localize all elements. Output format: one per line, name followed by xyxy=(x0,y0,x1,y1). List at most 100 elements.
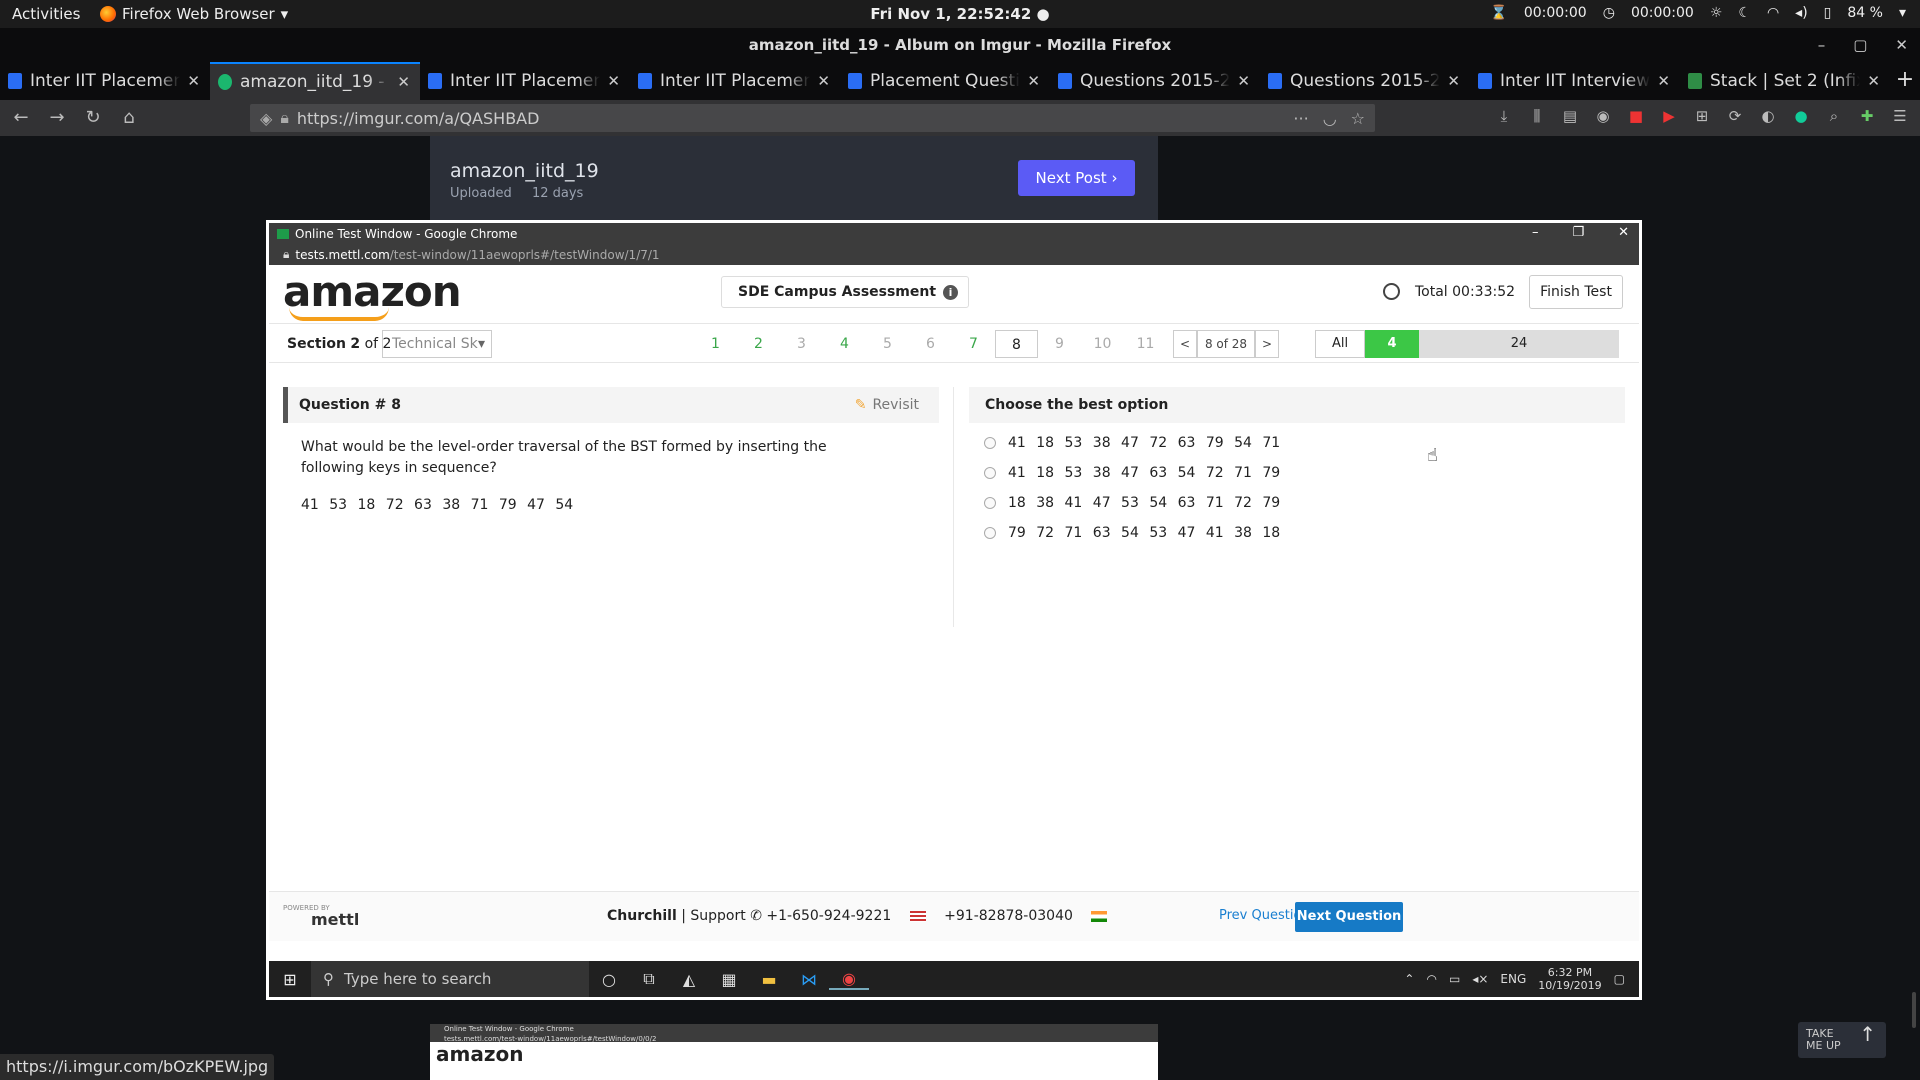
close-icon[interactable]: ✕ xyxy=(1447,72,1460,90)
tab[interactable]: Inter IIT Placement ✕ xyxy=(0,62,210,100)
grammarly-icon[interactable]: ● xyxy=(1791,106,1811,126)
network-icon: ◠ xyxy=(1426,972,1437,986)
close-icon[interactable]: ✕ xyxy=(1657,72,1670,90)
arrow-up-icon: ↑ xyxy=(1859,1022,1876,1046)
account-icon[interactable]: ◉ xyxy=(1593,106,1613,126)
question-number: 7 xyxy=(969,336,978,352)
page-prev-button: < xyxy=(1173,330,1197,358)
back-icon[interactable]: ← xyxy=(6,103,36,133)
question-number: 9 xyxy=(1055,336,1064,352)
puzzle-icon[interactable]: ✚ xyxy=(1857,106,1877,126)
finish-test-button: Finish Test xyxy=(1529,275,1623,309)
download-icon[interactable]: ⤓ xyxy=(1494,106,1514,126)
minimize-icon[interactable]: – xyxy=(1818,28,1826,62)
close-icon[interactable]: ✕ xyxy=(817,72,830,90)
tab-label: Inter IIT Placement xyxy=(30,71,180,91)
library-icon[interactable]: ⫼ xyxy=(1527,106,1547,126)
sync-icon[interactable]: ⟳ xyxy=(1725,106,1745,126)
window-title: amazon_iitd_19 - Album on Imgur - Mozill… xyxy=(748,36,1172,54)
scrollbar[interactable] xyxy=(1912,992,1916,1028)
section-number: 2 xyxy=(350,336,361,352)
reload-icon[interactable]: ↻ xyxy=(78,103,108,133)
close-icon[interactable]: ✕ xyxy=(397,73,410,91)
close-icon[interactable]: ✕ xyxy=(1867,72,1880,90)
phone-in: +91-82878-03040 xyxy=(944,908,1073,924)
youtube-icon[interactable]: ▶ xyxy=(1659,106,1679,126)
support-info: Churchill | Support ✆ +1-650-924-9221 +9… xyxy=(607,908,1121,924)
minimize-icon: – xyxy=(1531,225,1539,240)
maximize-icon[interactable]: ▢ xyxy=(1853,28,1867,62)
night-light-icon: ☾ xyxy=(1738,5,1751,21)
language: ENG xyxy=(1500,972,1527,986)
lock-icon: 🔒︎ xyxy=(283,247,290,261)
chevron-right-icon: › xyxy=(1111,169,1118,187)
option-row: 79 72 71 63 54 53 47 41 38 18 xyxy=(969,523,1625,543)
option-row: 41 18 53 38 47 72 63 79 54 71 xyxy=(969,433,1625,453)
tab[interactable]: Inter IIT Interview ✕ xyxy=(1470,62,1680,100)
stopwatch-icon: ◷ xyxy=(1602,5,1615,21)
url-domain: tests.mettl.com xyxy=(295,247,390,262)
close-icon[interactable]: ✕ xyxy=(187,72,200,90)
pocket-icon[interactable]: ◡ xyxy=(1323,109,1337,128)
home-icon[interactable]: ⌂ xyxy=(114,103,144,133)
new-tab-button[interactable]: + xyxy=(1890,62,1920,100)
cortana-icon: ○ xyxy=(602,969,616,989)
tab-label: Placement Questic xyxy=(870,71,1020,91)
chrome-url-bar: 🔒︎ tests.mettl.com/test-window/11aewoprl… xyxy=(269,244,1639,265)
question-number: 11 xyxy=(1136,336,1155,352)
panel-divider xyxy=(953,387,954,627)
support-label: | Support xyxy=(681,908,746,924)
more-icon[interactable]: ··· xyxy=(1293,109,1308,128)
close-icon[interactable]: ✕ xyxy=(607,72,620,90)
windows-tray: ⌃ ◠ ▭ ◂× ENG 6:32 PM 10/19/2019 ▢ xyxy=(1404,961,1625,997)
system-tray[interactable]: ⌛ 00:00:00 ◷ 00:00:00 ☼ ☾ ◠ ◂) ▯ 84 % ▾ xyxy=(1490,5,1906,21)
question-number: 10 xyxy=(1093,336,1112,352)
info-icon: i xyxy=(943,285,958,300)
dark-reader-icon[interactable]: ◐ xyxy=(1758,106,1778,126)
search-placeholder: Type here to search xyxy=(344,970,492,988)
tab[interactable]: Questions 2015-20 ✕ xyxy=(1050,62,1260,100)
notification-icon: ▢ xyxy=(1613,972,1625,986)
search-extension-icon[interactable]: ⌕ xyxy=(1824,106,1844,126)
forward-icon[interactable]: → xyxy=(42,103,72,133)
close-icon[interactable]: ✕ xyxy=(1895,28,1908,62)
question-number: 4 xyxy=(840,336,849,352)
tab[interactable]: Inter IIT Placement ✕ xyxy=(630,62,840,100)
tab[interactable]: Stack | Set 2 (Infix t ✕ xyxy=(1680,62,1890,100)
lock-icon[interactable]: 🔒︎ xyxy=(280,108,289,128)
url-bar[interactable]: ◈ 🔒︎ https://imgur.com/a/QASHBAD ··· ◡ ☆ xyxy=(250,104,1375,132)
battery-icon: ▭ xyxy=(1448,972,1461,986)
adblock-icon[interactable]: ■ xyxy=(1626,106,1646,126)
hourglass-icon: ⌛ xyxy=(1490,5,1508,21)
revisit-label: Revisit xyxy=(872,397,919,413)
close-icon[interactable]: ✕ xyxy=(1237,72,1250,90)
tab-label: Questions 2015-20 xyxy=(1290,71,1440,91)
question-number: 5 xyxy=(883,336,892,352)
close-icon[interactable]: ✕ xyxy=(1027,72,1040,90)
take-me-up-button[interactable]: TAKE ME UP ↑ xyxy=(1798,1022,1886,1058)
chevron-up-icon: ⌃ xyxy=(1404,972,1415,986)
geeksforgeeks-icon xyxy=(1688,73,1702,89)
radio-icon xyxy=(984,527,996,539)
menu-icon[interactable]: ☰ xyxy=(1890,106,1910,126)
support-name: Churchill xyxy=(607,908,677,924)
mettl-favicon xyxy=(277,228,289,239)
tab-active[interactable]: amazon_iitd_19 - Al ✕ xyxy=(210,62,420,100)
tab[interactable]: Inter IIT Placement ✕ xyxy=(420,62,630,100)
windows-clock: 6:32 PM 10/19/2019 xyxy=(1538,966,1601,992)
revisit-button: ✎ Revisit xyxy=(855,387,919,423)
pencil-icon: ✎ xyxy=(854,397,867,413)
tab-label: Stack | Set 2 (Infix t xyxy=(1710,71,1860,91)
shield-icon[interactable]: ◈ xyxy=(260,109,272,128)
option-text: 41 18 53 38 47 63 54 72 71 79 xyxy=(1008,465,1281,481)
star-icon[interactable]: ☆ xyxy=(1351,109,1365,128)
extensions-grid-icon[interactable]: ⊞ xyxy=(1692,106,1712,126)
battery-level: 84 % xyxy=(1847,5,1883,21)
section-navigation: Section 2 of 2 Technical Sk 1 2 3 4 5 6 … xyxy=(269,323,1639,363)
assessment-label: SDE Campus Assessment xyxy=(738,284,937,300)
sidebar-icon[interactable]: ▤ xyxy=(1560,106,1580,126)
tab[interactable]: Questions 2015-20 ✕ xyxy=(1260,62,1470,100)
next-post-button[interactable]: Next Post › xyxy=(1018,160,1135,196)
tab[interactable]: Placement Questic ✕ xyxy=(840,62,1050,100)
google-docs-icon xyxy=(1058,73,1072,89)
